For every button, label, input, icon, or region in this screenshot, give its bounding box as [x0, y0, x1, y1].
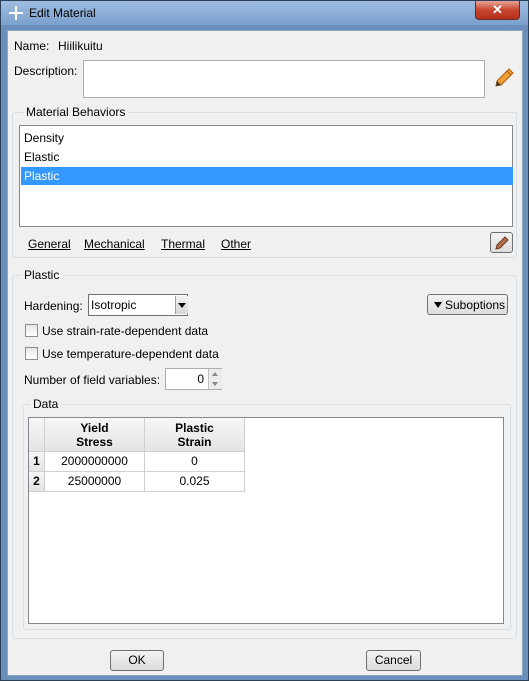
table-cell[interactable]: 0 — [145, 452, 245, 472]
dialog-body: Name: Hiilikuitu Description: Material B… — [7, 30, 523, 676]
data-table[interactable]: Yield Stress Plastic Strain 1 2000000000… — [28, 417, 504, 624]
suboptions-label: Suboptions — [445, 298, 506, 312]
table-cell[interactable]: 25000000 — [45, 472, 145, 492]
spin-down-button[interactable] — [208, 379, 222, 389]
menu-general[interactable]: General — [28, 237, 71, 251]
field-variables-label: Number of field variables: — [24, 373, 161, 387]
name-value: Hiilikuitu — [58, 39, 103, 53]
hardening-select[interactable]: Isotropic — [88, 294, 188, 316]
strain-rate-label: Use strain-rate-dependent data — [42, 324, 209, 338]
material-behaviors-legend: Material Behaviors — [23, 105, 129, 119]
close-button[interactable]: ✕ — [475, 1, 520, 20]
behavior-item-density[interactable]: Density — [21, 129, 513, 147]
cancel-button[interactable]: Cancel — [366, 650, 421, 671]
field-variables-value: 0 — [197, 372, 204, 386]
pencil-icon[interactable] — [493, 67, 515, 89]
edit-behavior-button[interactable] — [490, 232, 513, 253]
column-header-plastic-strain[interactable]: Plastic Strain — [145, 418, 245, 452]
chevron-down-icon[interactable] — [175, 296, 188, 314]
field-variables-spinner[interactable]: 0 — [165, 368, 222, 390]
suboptions-button[interactable]: Suboptions — [427, 294, 508, 315]
name-label: Name: — [14, 39, 50, 53]
table-cell[interactable]: 0.025 — [145, 472, 245, 492]
column-header-line: Plastic — [175, 421, 214, 435]
description-label: Description: — [14, 64, 78, 78]
column-header-yield-stress[interactable]: Yield Stress — [45, 418, 145, 452]
menu-other[interactable]: Other — [221, 237, 251, 251]
column-header-line: Stress — [76, 435, 113, 449]
temperature-checkbox[interactable] — [25, 347, 38, 360]
behavior-item-plastic[interactable]: Plastic — [21, 167, 513, 185]
edit-material-window: Edit Material ✕ Name: Hiilikuitu Descrip… — [0, 0, 529, 681]
temperature-label: Use temperature-dependent data — [42, 347, 219, 361]
column-header-line: Yield — [80, 421, 109, 435]
window-title: Edit Material — [29, 6, 96, 20]
ok-button[interactable]: OK — [110, 650, 164, 671]
column-header-line: Strain — [177, 435, 212, 449]
pencil-icon — [495, 236, 509, 250]
plastic-legend: Plastic — [21, 268, 63, 282]
menu-thermal[interactable]: Thermal — [161, 237, 205, 251]
table-corner — [29, 418, 45, 452]
behaviors-list[interactable]: Density Elastic Plastic — [19, 125, 513, 227]
hardening-value: Isotropic — [91, 298, 137, 312]
strain-rate-checkbox[interactable] — [25, 324, 38, 337]
row-header[interactable]: 1 — [29, 452, 45, 472]
menu-mechanical[interactable]: Mechanical — [84, 237, 145, 251]
hardening-label: Hardening: — [24, 299, 83, 313]
description-field[interactable] — [83, 60, 485, 98]
title-bar[interactable]: Edit Material ✕ — [1, 1, 528, 25]
triangle-down-icon — [434, 302, 442, 308]
data-legend: Data — [30, 397, 62, 411]
row-header[interactable]: 2 — [29, 472, 45, 492]
behavior-item-elastic[interactable]: Elastic — [21, 148, 513, 166]
table-cell[interactable]: 2000000000 — [45, 452, 145, 472]
app-icon — [9, 6, 23, 20]
